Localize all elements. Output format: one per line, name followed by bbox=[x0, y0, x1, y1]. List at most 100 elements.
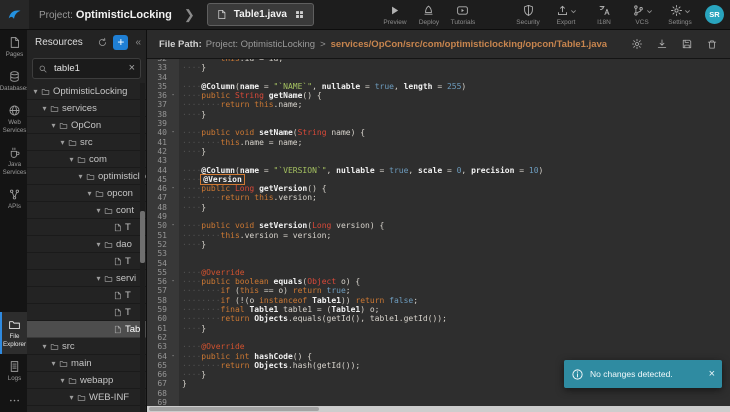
sidebar-item-databases[interactable]: Databases bbox=[0, 64, 27, 98]
code-line: 42····} bbox=[147, 147, 730, 156]
preview-button[interactable]: Preview bbox=[380, 4, 410, 26]
tree-row-label: OpCon bbox=[71, 120, 101, 131]
file-path-value: services/OpCon/src/com/optimisticlocking… bbox=[331, 39, 607, 50]
export-button[interactable]: Export bbox=[551, 4, 581, 26]
info-icon bbox=[571, 368, 584, 381]
tree-row[interactable]: ▾ src bbox=[27, 134, 146, 151]
file-tree-icon bbox=[113, 257, 122, 266]
tree-scrollbar[interactable] bbox=[140, 83, 145, 412]
fold-marker[interactable]: - bbox=[170, 128, 179, 137]
tree-expand-icon[interactable]: ▾ bbox=[49, 359, 58, 368]
code-editor[interactable]: 32········this.id = id;33····}3435····@C… bbox=[147, 59, 730, 406]
deploy-button[interactable]: Deploy bbox=[414, 4, 444, 26]
tree-row-label: src bbox=[62, 341, 75, 352]
sidebar-item-file-explorer[interactable]: File Explorer bbox=[0, 312, 27, 354]
tree-row[interactable]: ▾com bbox=[27, 151, 146, 168]
tree-row[interactable]: ▾optimisticloc bbox=[27, 168, 146, 185]
add-resource-button[interactable]: + bbox=[113, 35, 128, 50]
fold-marker[interactable]: - bbox=[170, 221, 179, 230]
tree-row-label: webapp bbox=[80, 375, 113, 386]
code-line: 57········if (this == o) return true; bbox=[147, 286, 730, 295]
pages-icon bbox=[8, 36, 21, 49]
tree-row[interactable]: ▾WEB-INF bbox=[27, 389, 146, 406]
sidebar-item-apis[interactable]: APIs bbox=[0, 182, 27, 216]
sidebar-item-logs[interactable]: Logs bbox=[0, 354, 27, 388]
code-line: 60········return Objects.equals(getId(),… bbox=[147, 314, 730, 323]
fold-marker[interactable]: - bbox=[170, 184, 179, 193]
search-input[interactable] bbox=[52, 62, 125, 75]
tree-row[interactable]: ▾servi bbox=[27, 270, 146, 287]
save-icon[interactable] bbox=[681, 38, 693, 50]
tree-row[interactable]: ▾ bbox=[27, 406, 146, 412]
tab-table1-java[interactable]: Table1.java bbox=[207, 3, 314, 26]
caret-down-icon bbox=[570, 8, 577, 15]
tree-row[interactable]: T bbox=[27, 287, 146, 304]
tree-row[interactable]: ▾ OptimisticLocking bbox=[27, 83, 146, 100]
tree-expand-icon[interactable]: ▾ bbox=[67, 155, 76, 164]
folder-tree-icon bbox=[104, 240, 113, 249]
tree-expand-icon[interactable]: ▾ bbox=[94, 240, 103, 249]
caret-down-icon bbox=[646, 8, 653, 15]
folder-tree-icon bbox=[104, 274, 113, 283]
settings-button[interactable]: Settings bbox=[665, 4, 695, 26]
tree-row[interactable]: ▾services bbox=[27, 100, 146, 117]
sidebar-item-web-services[interactable]: Web Services bbox=[0, 98, 27, 140]
tutorials-button[interactable]: Tutorials bbox=[448, 4, 478, 26]
tree-expand-icon[interactable]: ▾ bbox=[94, 274, 103, 283]
vcs-button[interactable]: VCS bbox=[627, 4, 657, 26]
tree-expand-icon[interactable]: ▾ bbox=[67, 393, 76, 402]
trash-icon[interactable] bbox=[706, 38, 718, 50]
tree-expand-icon[interactable]: ▾ bbox=[76, 172, 85, 181]
code-line: 51········this.version = version; bbox=[147, 231, 730, 240]
tree-row[interactable]: T bbox=[27, 304, 146, 321]
fold-marker[interactable]: - bbox=[170, 277, 179, 286]
tree-expand-icon[interactable]: ▾ bbox=[40, 104, 49, 113]
sidebar-item-pages[interactable]: Pages bbox=[0, 30, 27, 64]
project-label: Project:OptimisticLocking bbox=[39, 9, 172, 21]
tree-row[interactable]: ▾opcon bbox=[27, 185, 146, 202]
download-icon[interactable] bbox=[656, 38, 668, 50]
gear-icon[interactable] bbox=[631, 38, 643, 50]
security-button[interactable]: Security bbox=[513, 4, 543, 26]
tree-row[interactable]: ▾main bbox=[27, 355, 146, 372]
horizontal-scrollbar[interactable] bbox=[147, 406, 730, 412]
tree-row[interactable]: T bbox=[27, 253, 146, 270]
close-icon[interactable]: × bbox=[709, 369, 715, 380]
tree-expand-icon[interactable]: ▾ bbox=[58, 376, 67, 385]
collapse-panel-icon[interactable]: « bbox=[133, 37, 143, 48]
i18n-button[interactable]: I18N bbox=[589, 4, 619, 26]
sidebar-item-label: APIs bbox=[7, 203, 22, 211]
avatar[interactable]: SR bbox=[705, 5, 724, 24]
tree-row[interactable]: ▾ OpCon bbox=[27, 117, 146, 134]
tree-row[interactable]: Tabl bbox=[27, 321, 146, 338]
tree-row-label: OptimisticLocking bbox=[53, 86, 127, 97]
tree-expand-icon[interactable]: ▾ bbox=[40, 342, 49, 351]
fold-marker[interactable]: - bbox=[170, 352, 179, 361]
code-line: 46-····public Long getVersion() { bbox=[147, 184, 730, 193]
file-path-bar: File Path: Project: OptimisticLocking > … bbox=[147, 30, 730, 59]
refresh-icon[interactable] bbox=[97, 37, 108, 48]
code-line: 39 bbox=[147, 119, 730, 128]
tree-row[interactable]: ▾ webapp bbox=[27, 372, 146, 389]
tree-expand-icon[interactable]: ▾ bbox=[94, 206, 103, 215]
tree-row-label: src bbox=[80, 137, 93, 148]
more-icon bbox=[8, 394, 21, 407]
fold-marker[interactable]: - bbox=[170, 91, 179, 100]
tree-expand-icon[interactable]: ▾ bbox=[49, 121, 58, 130]
sidebar-item-label: Web Services bbox=[2, 119, 28, 135]
tree-row[interactable]: ▾dao bbox=[27, 236, 146, 253]
clear-search-icon[interactable]: × bbox=[129, 63, 135, 74]
sidebar-item-more[interactable] bbox=[0, 388, 27, 412]
tree-expand-icon[interactable]: ▾ bbox=[31, 87, 40, 96]
tree-row[interactable]: ▾cont bbox=[27, 202, 146, 219]
tree-expand-icon[interactable]: ▾ bbox=[85, 189, 94, 198]
sidebar-item-java-services[interactable]: Java Services bbox=[0, 140, 27, 182]
code-line: 53 bbox=[147, 249, 730, 258]
file-tree-icon bbox=[113, 223, 122, 232]
sidebar-item-label: Java Services bbox=[2, 161, 28, 177]
security-icon bbox=[522, 4, 535, 17]
tree-row[interactable]: ▾ src bbox=[27, 338, 146, 355]
tree-row[interactable]: T bbox=[27, 219, 146, 236]
grid-icon[interactable] bbox=[294, 9, 305, 20]
tree-expand-icon[interactable]: ▾ bbox=[58, 138, 67, 147]
